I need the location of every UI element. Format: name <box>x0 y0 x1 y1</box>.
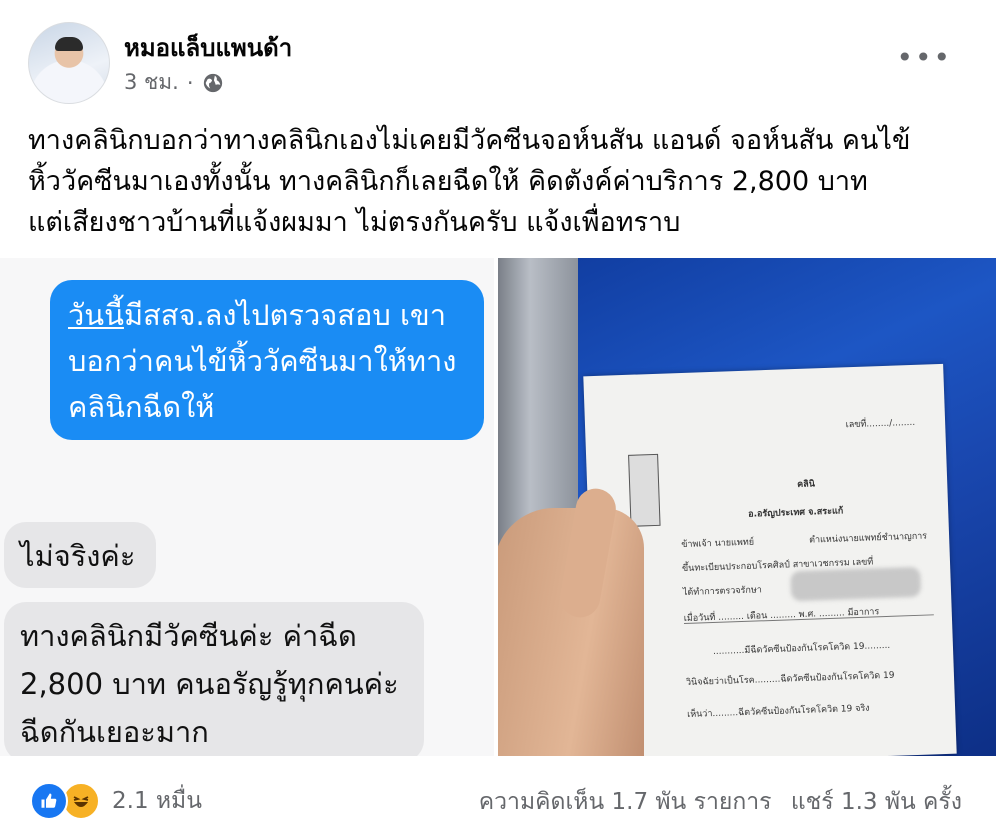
chat-bubble-received-1: ไม่จริงค่ะ <box>4 522 156 588</box>
like-icon <box>30 782 68 820</box>
doc-district: อ.อรัญประเทศ จ.สระแก้ <box>748 506 844 520</box>
post-media[interactable]: วันนี้มีสสจ.ลงไปตรวจสอบ เขาบอกว่าคนไข้หิ… <box>0 258 996 756</box>
reaction-count[interactable]: 2.1 หมื่น <box>112 783 202 819</box>
author-name[interactable]: หมอแล็บแพนด้า <box>124 28 292 67</box>
doc-number: เลขที่......../........ <box>845 417 916 431</box>
post-time[interactable]: 3 ชม. <box>124 66 179 99</box>
chat-screenshot-image[interactable]: วันนี้มีสสจ.ลงไปตรวจสอบ เขาบอกว่าคนไข้หิ… <box>0 258 494 756</box>
more-options-icon[interactable]: ••• <box>896 44 952 72</box>
blurred-name <box>790 566 922 602</box>
post-text: ทางคลินิกบอกว่าทางคลินิกเองไม่เคยมีวัคซี… <box>28 125 911 238</box>
chat-bubble-received-2: ทางคลินิกมีวัคซีนค่ะ ค่าฉีด 2,800 บาท คน… <box>4 602 424 756</box>
certificate-photo[interactable]: เลขที่......../........ คลินิ อ.อรัญประเ… <box>498 258 996 756</box>
avatar[interactable] <box>28 22 110 104</box>
chat-bubble-sent-text: มีสสจ.ลงไปตรวจสอบ เขาบอกว่าคนไข้หิ้ววัคซ… <box>68 298 457 424</box>
chat-bubble-received-2-text: ทางคลินิกมีวัคซีนค่ะ ค่าฉีด 2,800 บาท คน… <box>20 619 399 749</box>
reactions-summary[interactable]: 2.1 หมื่น <box>30 782 202 820</box>
meta-separator: · <box>186 70 194 95</box>
chat-bubble-received-1-text: ไม่จริงค่ะ <box>20 539 136 573</box>
underlined-word: วันนี้ <box>68 298 124 332</box>
globe-icon[interactable] <box>202 72 224 94</box>
doc-line-6: วินิจฉัยว่าเป็นโรค.........ฉีดวัคซีนป้อง… <box>685 670 895 688</box>
post-meta: 3 ชม. · <box>124 66 224 99</box>
engagement-stats: ความคิดเห็น 1.7 พัน รายการ แชร์ 1.3 พัน … <box>467 784 962 820</box>
chat-bubble-sent: วันนี้มีสสจ.ลงไปตรวจสอบ เขาบอกว่าคนไข้หิ… <box>50 280 484 440</box>
doc-line-1: ข้าพเจ้า นายแพทย์ <box>681 537 755 551</box>
doc-clinic: คลินิ <box>797 479 816 490</box>
doc-line-5: ...........มีฉีดวัคซีนป้องกันโรคโควิด 19… <box>712 640 891 658</box>
facebook-post: หมอแล็บแพนด้า 3 ชม. · ••• ทางคลินิกบอกว่… <box>0 0 996 832</box>
doc-line-3: ได้ทำการตรวจรักษา <box>682 585 763 599</box>
vaccine-label-image <box>628 453 661 527</box>
shares-count[interactable]: แชร์ 1.3 พัน ครั้ง <box>791 789 962 815</box>
comments-count[interactable]: ความคิดเห็น 1.7 พัน รายการ <box>479 789 772 815</box>
doc-line-7: เห็นว่า.........ฉีดวัคซีนป้องกันโรคโควิด… <box>687 703 870 720</box>
doc-line-1b: ตำแหน่งนายแพทย์ชำนาญการ <box>808 531 928 546</box>
